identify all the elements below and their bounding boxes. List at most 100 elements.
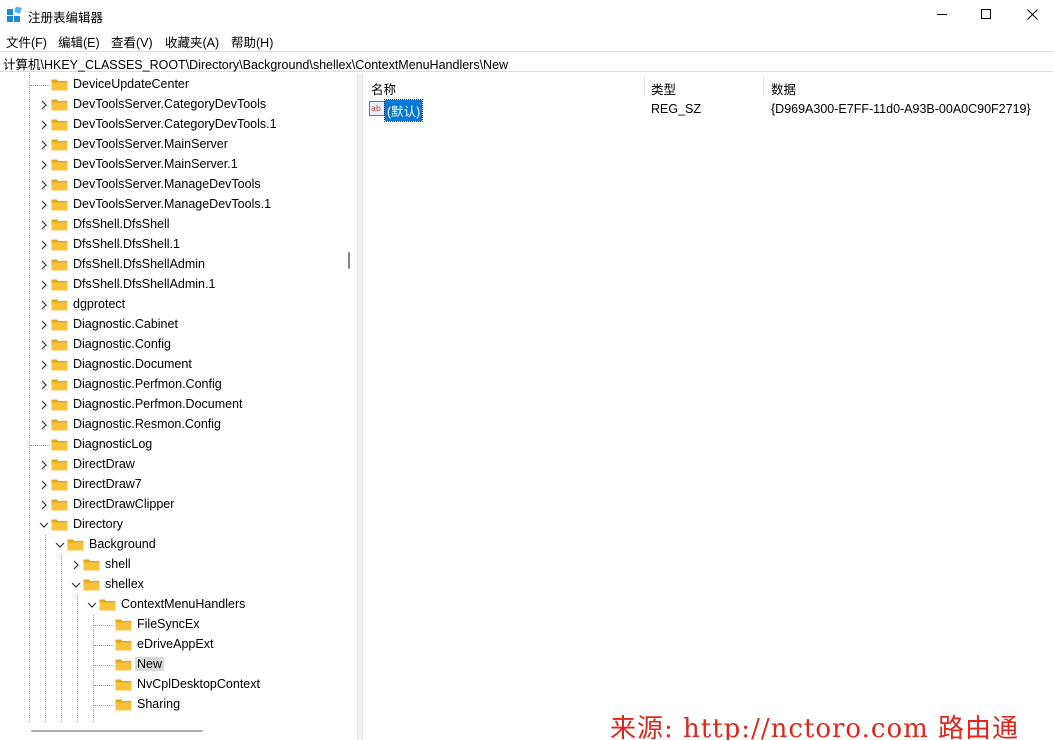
tree-item[interactable]: DirectDrawClipper [38,495,357,515]
column-header-type[interactable]: 类型 [651,73,676,98]
chevron-right-icon[interactable] [38,279,50,291]
tree-item-label: DevToolsServer.MainServer.1 [73,157,238,171]
tree-item[interactable]: DevToolsServer.ManageDevTools [38,175,357,195]
menu-file[interactable]: 文件(F) [6,32,47,51]
tree-item[interactable]: DfsShell.DfsShell [38,215,357,235]
folder-icon [51,139,68,151]
chevron-right-icon[interactable] [38,119,50,131]
chevron-right-icon[interactable] [38,239,50,251]
tree-item[interactable]: NvCplDesktopContext [94,675,357,695]
menu-favorites[interactable]: 收藏夹(A) [165,32,219,51]
tree-item[interactable]: DevToolsServer.ManageDevTools.1 [38,195,357,215]
value-name[interactable]: (默认) [383,99,424,122]
tree-item[interactable]: DevToolsServer.CategoryDevTools [38,95,357,115]
minimize-button[interactable] [919,0,965,29]
chevron-right-icon[interactable] [38,319,50,331]
tree-item[interactable]: DirectDraw7 [38,475,357,495]
tree-item[interactable]: Sharing [94,695,357,715]
chevron-right-icon[interactable] [70,559,82,571]
chevron-right-icon[interactable] [38,359,50,371]
menu-view[interactable]: 查看(V) [111,32,153,51]
chevron-down-icon[interactable] [38,519,50,531]
folder-icon [51,279,68,291]
chevron-right-icon[interactable] [38,259,50,271]
tree-item[interactable]: Diagnostic.Document [38,355,357,375]
tree-horizontal-scroll-thumb[interactable] [31,730,203,732]
chevron-right-icon[interactable] [38,499,50,511]
tree-item-label: dgprotect [73,297,126,311]
tree-item-label: ContextMenuHandlers [121,597,246,611]
tree-item[interactable]: DfsShell.DfsShellAdmin [38,255,357,275]
column-header-data[interactable]: 数据 [771,73,796,98]
maximize-button[interactable] [963,0,1009,29]
tree-item[interactable]: ContextMenuHandlers [86,595,357,615]
close-button[interactable] [1009,0,1053,29]
chevron-right-icon[interactable] [38,419,50,431]
tree-item-label: Diagnostic.Resmon.Config [73,417,221,431]
column-divider[interactable] [644,76,645,95]
value-data: {D969A300-E7FF-11d0-A93B-00A0C90F2719} [771,102,1031,116]
chevron-down-icon[interactable] [70,579,82,591]
tree-item[interactable]: Diagnostic.Perfmon.Config [38,375,357,395]
tree-item[interactable]: Diagnostic.Perfmon.Document [38,395,357,415]
address-bar[interactable]: 计算机\HKEY_CLASSES_ROOT\Directory\Backgrou… [0,51,1053,72]
tree-item[interactable]: Diagnostic.Cabinet [38,315,357,335]
tree-vertical-scrollbar[interactable] [341,73,357,720]
tree-item[interactable]: DeviceUpdateCenter [30,75,357,95]
tree-item-label: Diagnostic.Perfmon.Config [73,377,222,391]
chevron-right-icon[interactable] [38,179,50,191]
tree-item[interactable]: DevToolsServer.CategoryDevTools.1 [38,115,357,135]
address-path[interactable]: 计算机\HKEY_CLASSES_ROOT\Directory\Backgrou… [3,54,508,73]
tree-item[interactable]: DfsShell.DfsShell.1 [38,235,357,255]
tree-item-label: DevToolsServer.CategoryDevTools.1 [73,117,277,131]
menu-bar: 文件(F) 编辑(E) 查看(V) 收藏夹(A) 帮助(H) [0,29,1053,50]
tree-item[interactable]: eDriveAppExt [94,635,357,655]
chevron-right-icon[interactable] [38,159,50,171]
title-bar[interactable]: 注册表编辑器 [0,0,1053,29]
tree-vertical-scroll-thumb[interactable] [348,252,350,269]
tree-horizontal-scrollbar[interactable] [0,722,341,740]
column-header-name[interactable]: 名称 [371,73,396,98]
tree-item[interactable]: dgprotect [38,295,357,315]
column-divider[interactable] [763,76,764,95]
tree-item[interactable]: Background [54,535,357,555]
folder-icon [115,639,132,651]
menu-help[interactable]: 帮助(H) [231,32,273,51]
tree-item[interactable]: FileSyncEx [94,615,357,635]
chevron-right-icon[interactable] [38,339,50,351]
menu-edit[interactable]: 编辑(E) [58,32,100,51]
tree-item[interactable]: shellex [70,575,357,595]
chevron-right-icon[interactable] [38,99,50,111]
tree-item[interactable]: DevToolsServer.MainServer.1 [38,155,357,175]
chevron-right-icon[interactable] [38,139,50,151]
tree-item[interactable]: DevToolsServer.MainServer [38,135,357,155]
tree-item[interactable]: Directory [38,515,357,535]
chevron-right-icon[interactable] [38,199,50,211]
chevron-down-icon[interactable] [54,539,66,551]
tree-item[interactable]: DfsShell.DfsShellAdmin.1 [38,275,357,295]
folder-icon [51,299,68,311]
folder-icon [51,219,68,231]
values-list[interactable]: 名称 类型 数据 ab (默认) REG_SZ {D969A300-E7FF-1… [363,73,1053,740]
chevron-right-icon[interactable] [38,399,50,411]
tree-item[interactable]: Diagnostic.Config [38,335,357,355]
window-title: 注册表编辑器 [28,11,104,25]
chevron-down-icon[interactable] [86,599,98,611]
tree-item[interactable]: Diagnostic.Resmon.Config [38,415,357,435]
folder-icon [51,359,68,371]
tree-item[interactable]: New [94,655,357,675]
tree-item[interactable]: shell [70,555,357,575]
chevron-right-icon[interactable] [38,459,50,471]
folder-icon [115,619,132,631]
chevron-right-icon[interactable] [38,299,50,311]
chevron-right-icon[interactable] [38,219,50,231]
tree-item[interactable]: DirectDraw [38,455,357,475]
tree-item-label: DirectDraw [73,457,135,471]
folder-icon [51,99,68,111]
registry-tree[interactable]: DeviceUpdateCenter DevToolsServer.Categor… [0,73,357,740]
tree-item[interactable]: DiagnosticLog [30,435,357,455]
value-row[interactable]: ab (默认) REG_SZ {D969A300-E7FF-11d0-A93B-… [363,99,1053,122]
chevron-right-icon[interactable] [38,479,50,491]
chevron-right-icon[interactable] [38,379,50,391]
tree-item-label: New [135,657,165,671]
